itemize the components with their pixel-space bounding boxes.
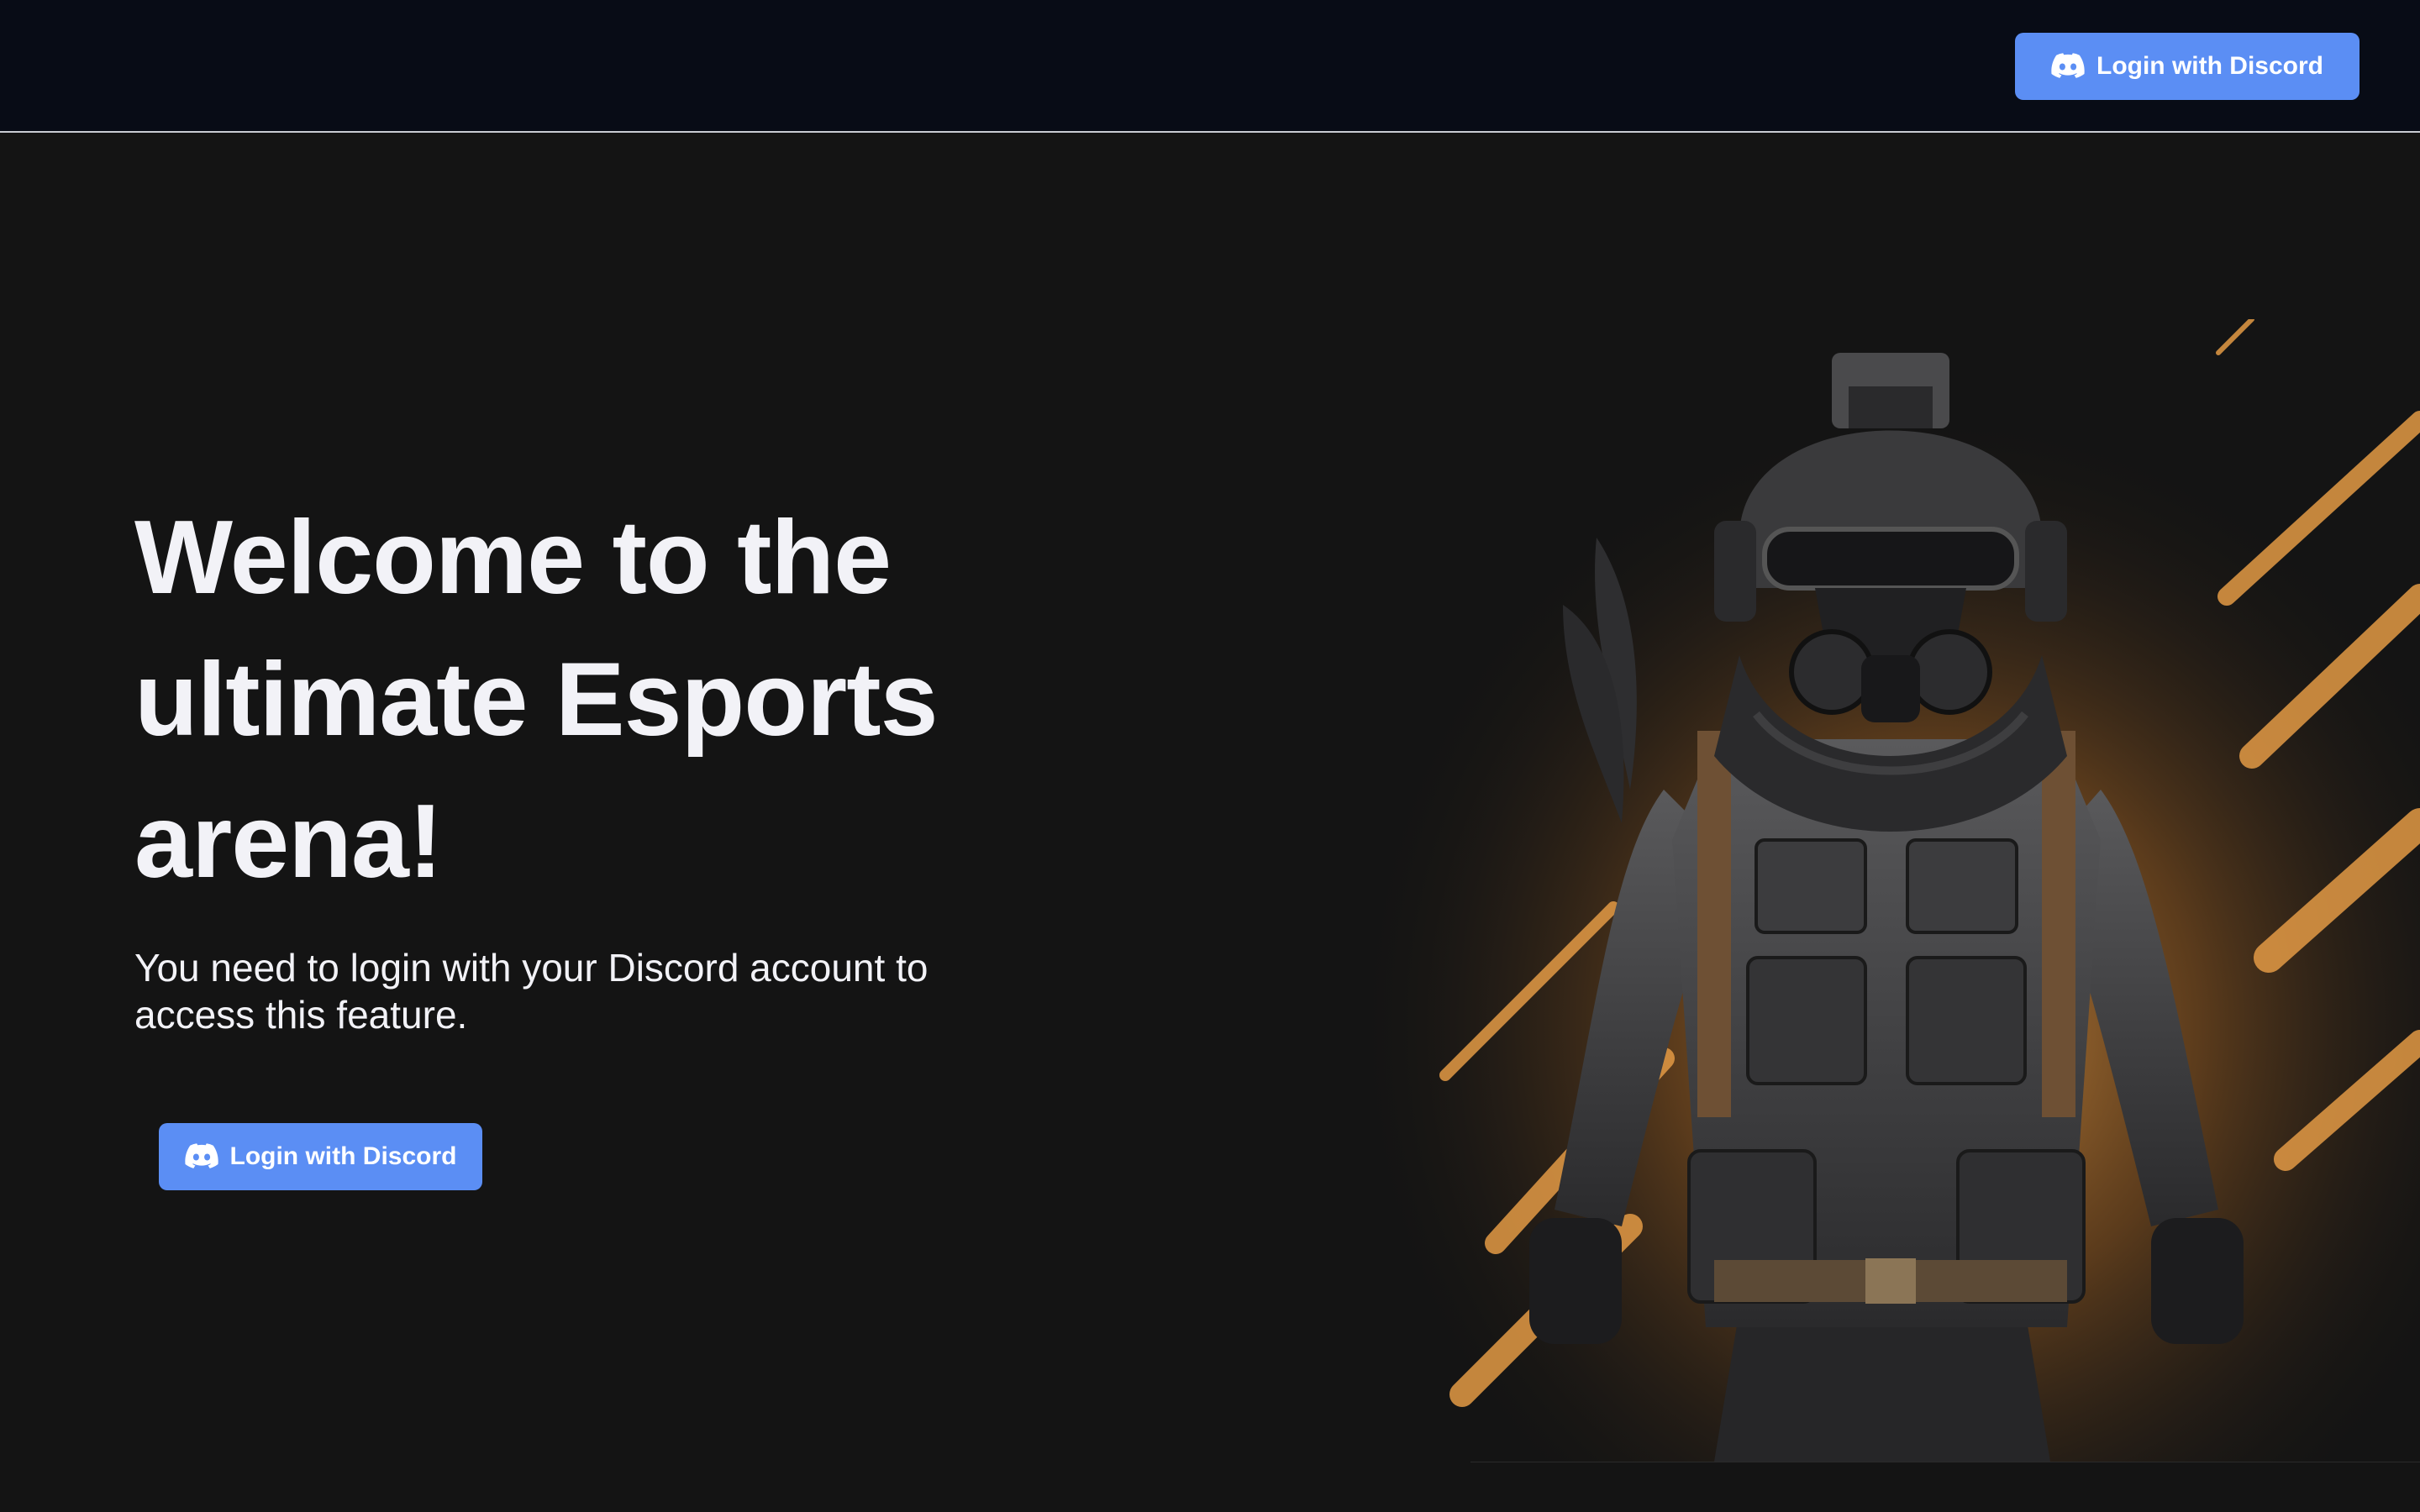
hero-login-discord-label: Login with Discord bbox=[229, 1142, 457, 1170]
discord-icon bbox=[2051, 53, 2085, 80]
discord-icon bbox=[184, 1143, 218, 1170]
hero-login-discord-button[interactable]: Login with Discord bbox=[159, 1123, 482, 1190]
header-login-discord-button[interactable]: Login with Discord bbox=[2015, 33, 2360, 100]
soldier-illustration bbox=[1344, 319, 2420, 1462]
header-login-discord-label: Login with Discord bbox=[2096, 52, 2323, 80]
top-navigation-bar: Login with Discord bbox=[0, 0, 2420, 133]
hero-title: Welcome to the ultimate Esports arena! bbox=[134, 500, 939, 900]
hero-subtitle: You need to login with your Discord acco… bbox=[134, 946, 929, 1037]
